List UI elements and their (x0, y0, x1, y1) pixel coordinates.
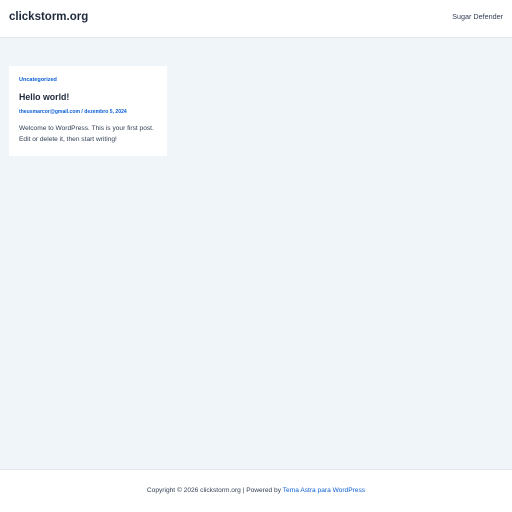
site-footer: Copyright © 2026 clickstorm.org | Powere… (0, 469, 512, 512)
post-title-link[interactable]: Hello world! (19, 92, 69, 102)
post-meta: theusmarcor@gmail.com / dezembro 5, 2024 (19, 109, 127, 115)
site-header: clickstorm.org Sugar Defender (0, 0, 512, 38)
post-excerpt: Welcome to WordPress. This is your first… (19, 125, 154, 143)
site-title-link[interactable]: clickstorm.org (9, 11, 88, 23)
footer-copyright: Copyright © 2026 clickstorm.org | Powere… (0, 487, 512, 494)
nav-item-sugar-defender[interactable]: Sugar Defender (452, 12, 503, 21)
post-author-link[interactable]: theusmarcor@gmail.com (19, 109, 80, 115)
footer-theme-link[interactable]: Tema Astra para WordPress (283, 487, 365, 494)
post-category-link[interactable]: Uncategorized (19, 77, 57, 83)
footer-copyright-text: Copyright © 2026 clickstorm.org | Powere… (146, 487, 283, 494)
post-date-link[interactable]: dezembro 5, 2024 (84, 109, 126, 115)
post-card: Uncategorized Hello world! theusmarcor@g… (9, 66, 167, 156)
